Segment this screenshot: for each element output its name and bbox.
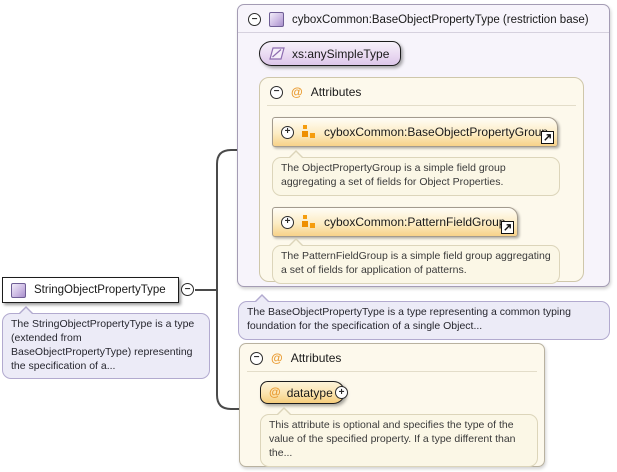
collapse-toggle[interactable]: − [248,13,261,26]
base-type-panel-header: − cyboxCommon:BaseObjectPropertyType (re… [248,12,589,27]
expand-toggle[interactable]: + [335,386,348,399]
attribute-group-pattern-field-group[interactable]: + cyboxCommon:PatternFieldGroup [272,207,518,237]
attribute-icon: @ [271,352,283,365]
base-type-panel: − cyboxCommon:BaseObjectPropertyType (re… [237,4,610,287]
attribute-group-icon [302,215,316,229]
attribute-group-icon [302,125,316,139]
attribute-icon: @ [269,386,281,399]
complex-type-icon [269,12,284,27]
xsd-diagram-canvas: { "icons": { "collapse": "−", "expand": … [0,0,617,472]
attribute-description-tooltip: This attribute is optional and specifies… [260,414,538,467]
divider [238,32,609,33]
group-description-tooltip: The ObjectPropertyGroup is a simple fiel… [272,157,560,196]
attributes-section: − @ Attributes + cyboxCommon:BaseObjectP… [259,77,584,282]
collapse-toggle[interactable]: − [181,283,194,296]
expand-toggle[interactable]: + [281,126,294,139]
base-type-title: cyboxCommon:BaseObjectPropertyType (rest… [292,14,589,26]
attribute-group-base-object-property-group[interactable]: + cyboxCommon:BaseObjectPropertyGroup [272,117,558,147]
string-object-property-type-node[interactable]: StringObjectPropertyType [2,277,179,303]
base-type-description-tooltip: The BaseObjectPropertyType is a type rep… [238,301,610,340]
simple-type-icon [269,47,285,60]
type-label: StringObjectPropertyType [34,284,166,296]
attributes-header: − @ Attributes [270,85,361,99]
attribute-icon: @ [291,86,303,99]
group-description-tooltip: The PatternFieldGroup is a simple field … [272,245,560,284]
divider [267,105,576,106]
collapse-toggle[interactable]: − [250,352,263,365]
group-label: cyboxCommon:BaseObjectPropertyGroup [324,125,548,139]
collapse-toggle[interactable]: − [270,86,283,99]
attributes-header: − @ Attributes [250,351,341,365]
attributes-header-label: Attributes [311,85,362,99]
type-description-tooltip: The StringObjectPropertyType is a type (… [2,313,210,379]
any-simple-type-node[interactable]: xs:anySimpleType [259,41,401,66]
attribute-datatype-node[interactable]: @ datatype [260,381,345,404]
attribute-name: datatype [287,386,333,400]
attributes-header-label: Attributes [291,351,342,365]
simple-type-label: xs:anySimpleType [292,47,389,61]
divider [247,371,537,372]
expand-toggle[interactable]: + [281,216,294,229]
jump-to-definition-icon[interactable] [541,131,554,144]
group-label: cyboxCommon:PatternFieldGroup [324,215,505,229]
complex-type-icon [11,283,26,298]
attributes-panel: − @ Attributes @ datatype + This attribu… [239,343,545,467]
jump-to-definition-icon[interactable] [501,221,514,234]
